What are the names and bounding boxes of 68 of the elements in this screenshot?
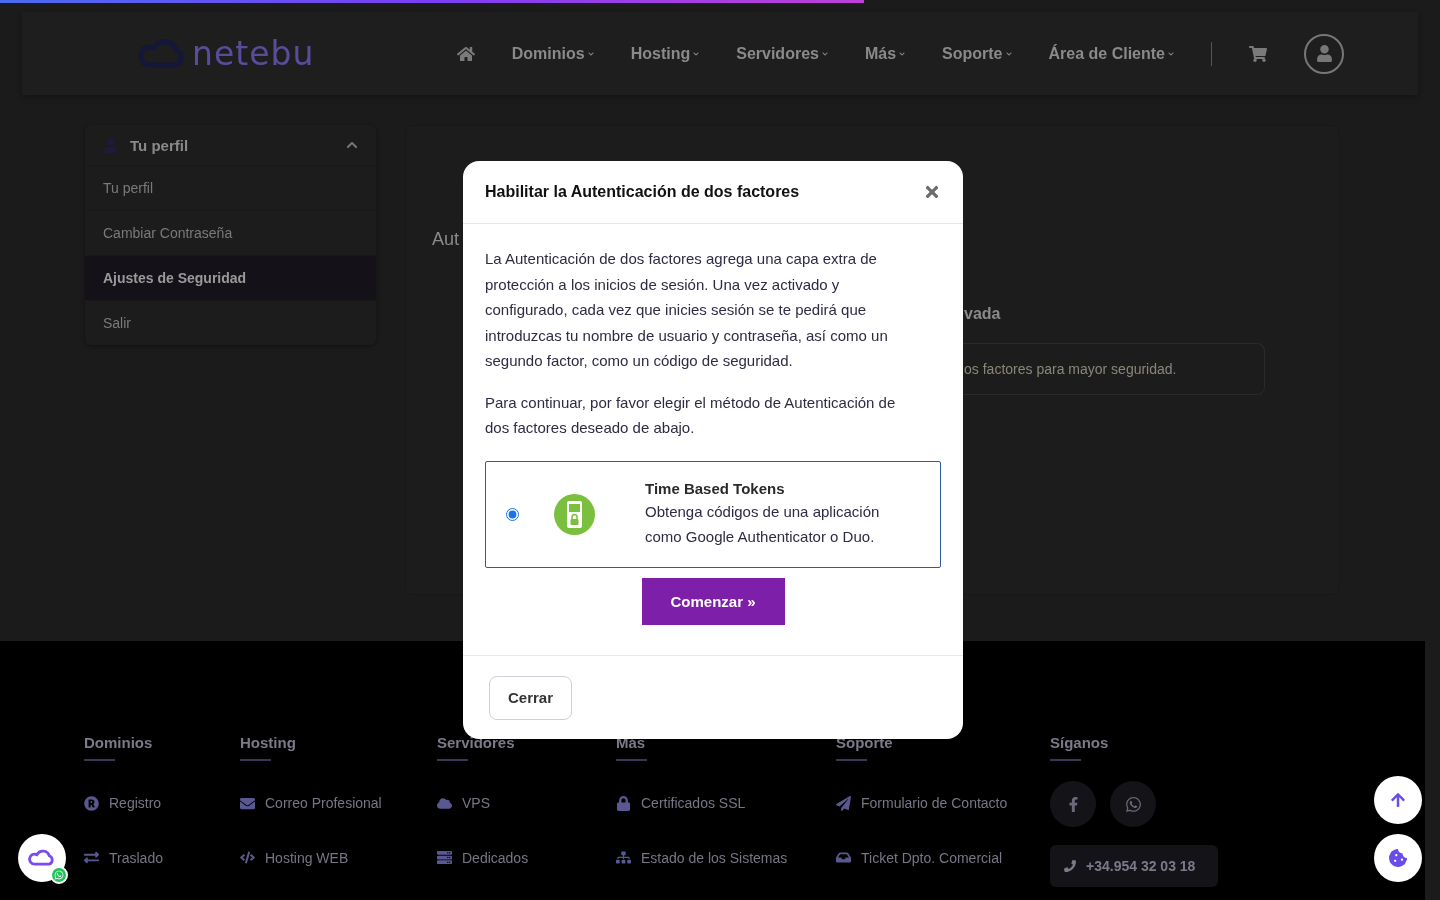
nav-link[interactable]: Área de Cliente xyxy=(1048,44,1174,63)
caret-icon xyxy=(693,50,700,57)
footer-heading: Servidores xyxy=(437,734,515,751)
menu-item[interactable]: Ajustes de Seguridad xyxy=(85,255,376,300)
nav-link[interactable]: Soporte xyxy=(942,44,1012,63)
nav-link[interactable]: Hosting xyxy=(630,44,700,63)
footer-heading: Hosting xyxy=(240,734,296,751)
phone-link[interactable]: +34.954 32 03 18 xyxy=(1050,845,1218,887)
arrows-icon xyxy=(84,850,99,866)
arrow-up-icon xyxy=(1390,792,1406,808)
footer-link[interactable]: Formulario de Contacto xyxy=(836,790,1008,816)
whatsapp-icon xyxy=(1124,795,1142,813)
home-icon[interactable] xyxy=(456,44,475,63)
method-title: Time Based Tokens xyxy=(645,479,786,497)
footer-link[interactable]: Traslado xyxy=(84,845,163,870)
nav-link[interactable]: Dominios xyxy=(511,44,594,63)
footer-link[interactable]: Certificados SSL xyxy=(616,790,746,816)
caret-icon xyxy=(821,50,828,57)
registered-icon xyxy=(84,795,99,811)
user-icon xyxy=(103,137,118,153)
cookie-icon xyxy=(1389,849,1407,867)
footer-link[interactable]: Correo Profesional xyxy=(240,790,382,816)
paper-plane-icon xyxy=(836,795,851,811)
footer-heading: Dominios xyxy=(84,734,153,751)
lock-icon xyxy=(616,795,631,811)
footer-link[interactable]: VPS xyxy=(437,790,490,816)
start-button[interactable]: Comenzar » xyxy=(641,577,785,625)
cart-icon[interactable] xyxy=(1249,44,1267,63)
menu-item[interactable]: Salir xyxy=(85,300,376,345)
cloud-icon xyxy=(437,795,452,811)
radio-button[interactable] xyxy=(506,507,519,521)
phone-lock-icon xyxy=(554,493,595,535)
menu-title: Tu perfil xyxy=(130,136,190,154)
modal-title: Habilitar la Autenticación de dos factores xyxy=(485,183,800,201)
caret-icon xyxy=(899,50,906,57)
nav-link[interactable]: Servidores xyxy=(736,44,828,63)
footer-link[interactable]: Ticket Dpto. Comercial xyxy=(836,845,1003,870)
footer-heading: Síganos xyxy=(1050,734,1109,751)
phone-icon xyxy=(1064,860,1076,872)
whatsapp-button[interactable] xyxy=(1110,781,1156,827)
status-heading: vada xyxy=(963,305,1002,323)
caret-icon xyxy=(1005,50,1012,57)
envelope-icon xyxy=(240,795,255,811)
caret-icon xyxy=(587,50,594,57)
close-icon[interactable] xyxy=(923,183,941,201)
whatsapp-badge xyxy=(50,866,68,884)
code-icon xyxy=(240,850,255,866)
modal-paragraph: Para continuar, por favor elegir el método de Autenticación de dos factores deseado de abajo. xyxy=(485,392,897,438)
close-button[interactable]: Cerrar xyxy=(489,675,573,720)
footer-heading: Soporte xyxy=(836,734,893,751)
inbox-icon xyxy=(836,850,851,866)
server-icon xyxy=(437,850,452,866)
section-heading: Aut xyxy=(432,229,460,250)
chevron-icon[interactable] xyxy=(346,139,358,151)
cloud-icon xyxy=(28,849,56,867)
footer-link[interactable]: Registro xyxy=(84,790,162,816)
footer-link[interactable]: Estado de los Sistemas xyxy=(616,845,788,870)
method-description: Obtenga códigos de una aplicación como Google Authenticator o Duo. xyxy=(645,501,881,547)
account-avatar[interactable] xyxy=(1304,33,1344,74)
modal-paragraph: La Autenticación de dos factores agrega una capa extra de protección a los inicios de sesión. Una vez activado y configurado, cada vez que inicies sesión se te pedirá que introduzcas tu nombre de usuario y contraseña, así como un segundo factor, como un código de seguridad. xyxy=(485,249,889,371)
footer-link[interactable]: Hosting WEB xyxy=(240,845,349,870)
facebook-button[interactable] xyxy=(1050,781,1096,827)
caret-icon xyxy=(1168,50,1174,57)
footer-link[interactable]: Dedicados xyxy=(437,845,529,870)
menu-item[interactable]: Tu perfil xyxy=(85,165,376,210)
sitemap-icon xyxy=(616,850,631,866)
nav-link[interactable]: Más xyxy=(864,44,906,63)
method-option[interactable]: Time Based Tokens Obtenga códigos de una aplicación como Google Authenticator o Duo. xyxy=(485,460,941,568)
